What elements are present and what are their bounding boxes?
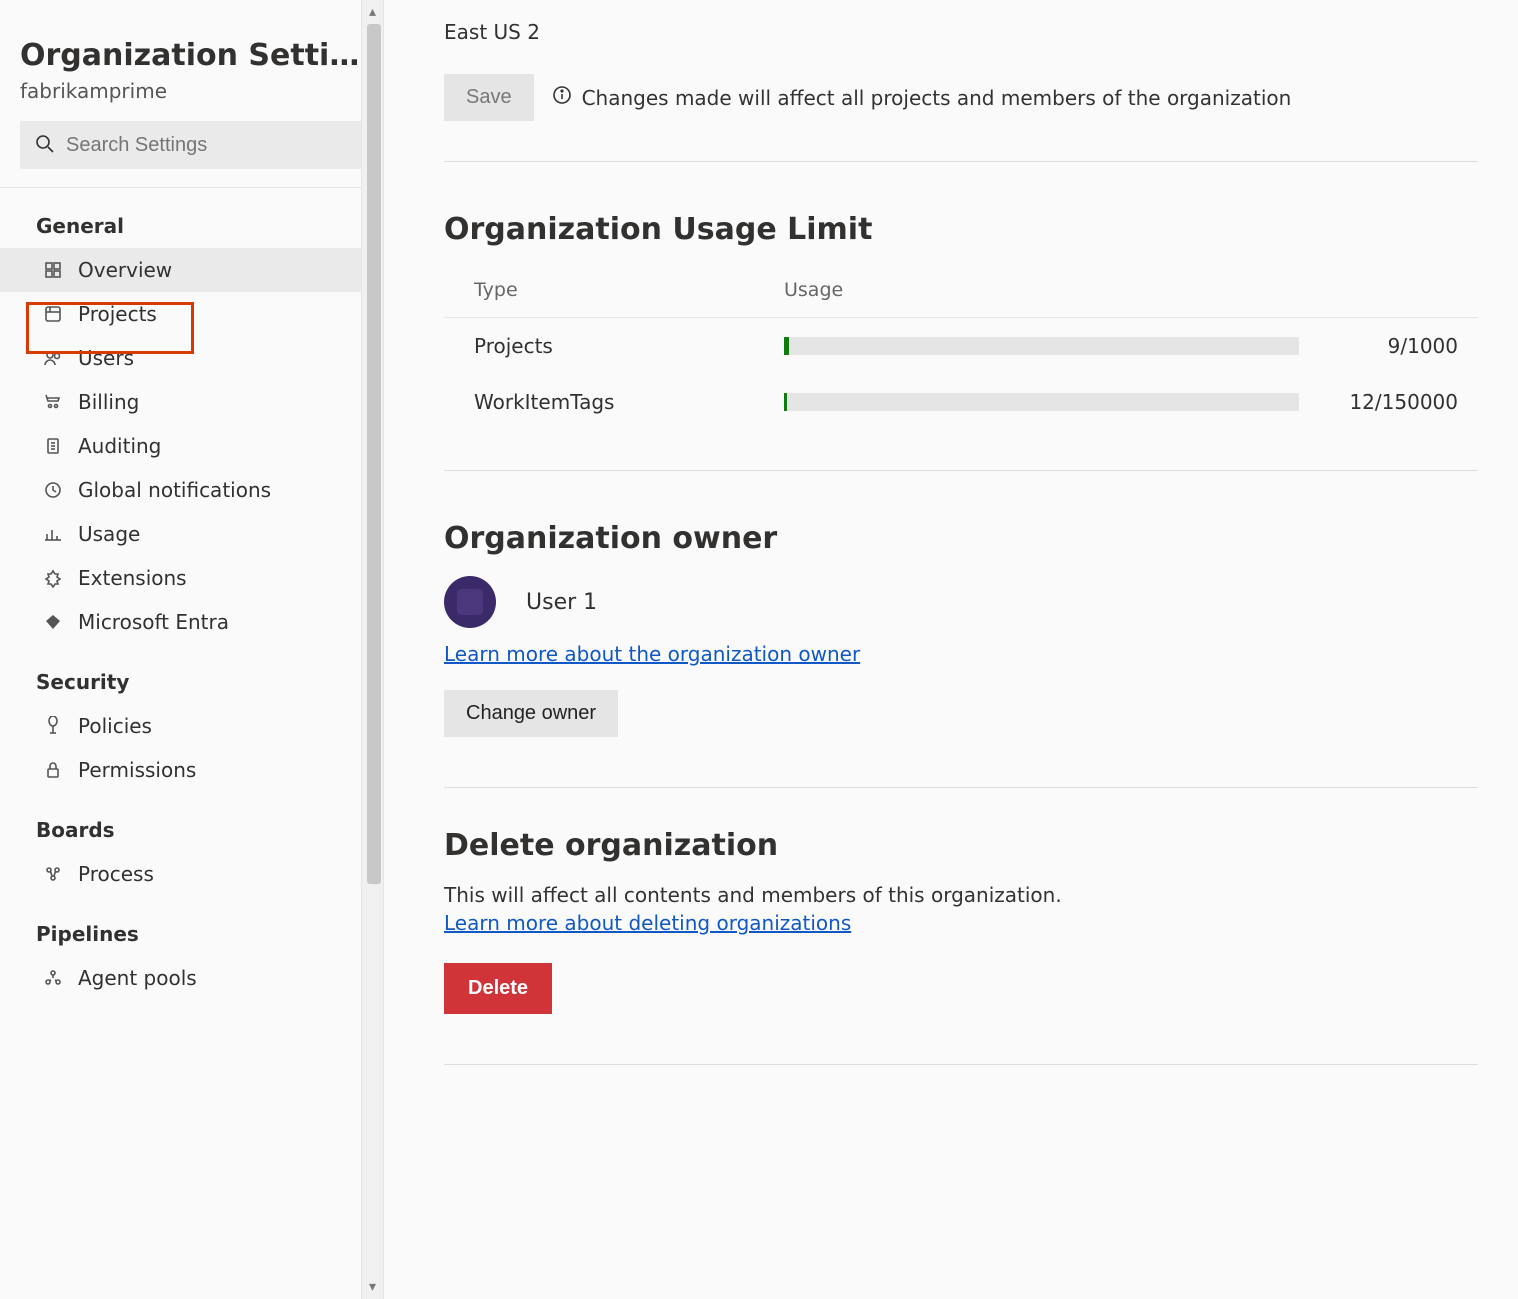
usage-bar xyxy=(784,337,1299,355)
divider xyxy=(444,787,1478,788)
delete-learn-more-link[interactable]: Learn more about deleting organizations xyxy=(444,911,851,935)
nav-item-label: Overview xyxy=(78,258,172,282)
entra-icon xyxy=(42,612,64,632)
usage-row: WorkItemTags 12/150000 xyxy=(444,374,1478,430)
nav-item-label: Usage xyxy=(78,522,140,546)
nav-item-global-notifications[interactable]: Global notifications xyxy=(0,468,383,512)
process-icon xyxy=(42,864,64,884)
usage-row-bar-cell xyxy=(754,374,1319,430)
divider xyxy=(444,470,1478,471)
search-settings-input[interactable] xyxy=(64,133,349,158)
usage-table: Type Usage Projects 9/1000 WorkItemTags 12/… xyxy=(444,267,1478,430)
usage-header-usage: Usage xyxy=(754,267,1319,318)
section-owner-title: Organization owner xyxy=(444,521,1478,556)
nav-item-label: Microsoft Entra xyxy=(78,610,229,634)
nav-item-label: Extensions xyxy=(78,566,187,590)
save-note: Changes made will affect all projects an… xyxy=(582,86,1292,110)
search-settings-box[interactable] xyxy=(20,121,363,169)
nav-item-label: Global notifications xyxy=(78,478,271,502)
usage-bar xyxy=(784,393,1299,411)
nav-group-security: Security xyxy=(0,644,383,704)
scroll-down-icon[interactable]: ▾ xyxy=(369,1275,376,1299)
usage-row-value: 9/1000 xyxy=(1319,318,1478,375)
usage-icon xyxy=(42,524,64,544)
nav-item-label: Projects xyxy=(78,302,157,326)
sidebar-org-name: fabrikamprime xyxy=(0,73,383,121)
owner-name: User 1 xyxy=(526,590,597,615)
change-owner-button[interactable]: Change owner xyxy=(444,690,618,737)
search-icon xyxy=(34,133,54,158)
save-button[interactable]: Save xyxy=(444,74,534,121)
nav-item-auditing[interactable]: Auditing xyxy=(0,424,383,468)
nav-group-pipelines: Pipelines xyxy=(0,896,383,956)
nav-item-label: Agent pools xyxy=(78,966,197,990)
nav-item-label: Policies xyxy=(78,714,152,738)
nav-group-general: General xyxy=(0,188,383,248)
nav-item-permissions[interactable]: Permissions xyxy=(0,748,383,792)
usage-row: Projects 9/1000 xyxy=(444,318,1478,375)
policies-icon xyxy=(42,716,64,736)
nav-item-label: Billing xyxy=(78,390,139,414)
nav-item-label: Process xyxy=(78,862,154,886)
users-icon xyxy=(42,348,64,368)
nav-group-boards: Boards xyxy=(0,792,383,852)
nav-item-users[interactable]: Users xyxy=(0,336,383,380)
usage-bar-fill xyxy=(784,393,787,411)
nav-item-label: Permissions xyxy=(78,758,196,782)
sidebar-scrollbar[interactable]: ▴ ▾ xyxy=(361,0,383,1299)
usage-row-value: 12/150000 xyxy=(1319,374,1478,430)
region-value: East US 2 xyxy=(444,20,1478,44)
info-icon xyxy=(552,85,572,110)
billing-icon xyxy=(42,392,64,412)
sidebar: Organization Settin… fabrikamprime Gener… xyxy=(0,0,384,1299)
nav-item-process[interactable]: Process xyxy=(0,852,383,896)
section-usage-title: Organization Usage Limit xyxy=(444,212,1478,247)
usage-bar-fill xyxy=(784,337,789,355)
usage-row-type: WorkItemTags xyxy=(444,374,754,430)
main-content: East US 2 Save Changes made will affect … xyxy=(384,0,1518,1299)
nav-item-policies[interactable]: Policies xyxy=(0,704,383,748)
nav-item-microsoft-entra[interactable]: Microsoft Entra xyxy=(0,600,383,644)
nav-item-usage[interactable]: Usage xyxy=(0,512,383,556)
notifications-icon xyxy=(42,480,64,500)
extensions-icon xyxy=(42,568,64,588)
projects-icon xyxy=(42,304,64,324)
nav-item-label: Auditing xyxy=(78,434,161,458)
usage-header-type: Type xyxy=(444,267,754,318)
section-delete-title: Delete organization xyxy=(444,828,1478,863)
divider xyxy=(444,161,1478,162)
nav-item-agent-pools[interactable]: Agent pools xyxy=(0,956,383,1000)
usage-row-type: Projects xyxy=(444,318,754,375)
scroll-up-icon[interactable]: ▴ xyxy=(369,0,376,24)
nav-item-projects[interactable]: Projects xyxy=(0,292,383,336)
owner-learn-more-link[interactable]: Learn more about the organization owner xyxy=(444,642,860,666)
divider xyxy=(444,1064,1478,1065)
sidebar-title: Organization Settin… xyxy=(0,0,383,73)
nav-item-extensions[interactable]: Extensions xyxy=(0,556,383,600)
agentpools-icon xyxy=(42,968,64,988)
usage-row-bar-cell xyxy=(754,318,1319,375)
auditing-icon xyxy=(42,436,64,456)
delete-subtext: This will affect all contents and member… xyxy=(444,883,1478,907)
scrollbar-thumb[interactable] xyxy=(367,24,381,884)
owner-avatar xyxy=(444,576,496,628)
delete-button[interactable]: Delete xyxy=(444,963,552,1014)
nav-item-billing[interactable]: Billing xyxy=(0,380,383,424)
nav-item-overview[interactable]: Overview xyxy=(0,248,383,292)
permissions-icon xyxy=(42,760,64,780)
nav-item-label: Users xyxy=(78,346,134,370)
overview-icon xyxy=(42,260,64,280)
